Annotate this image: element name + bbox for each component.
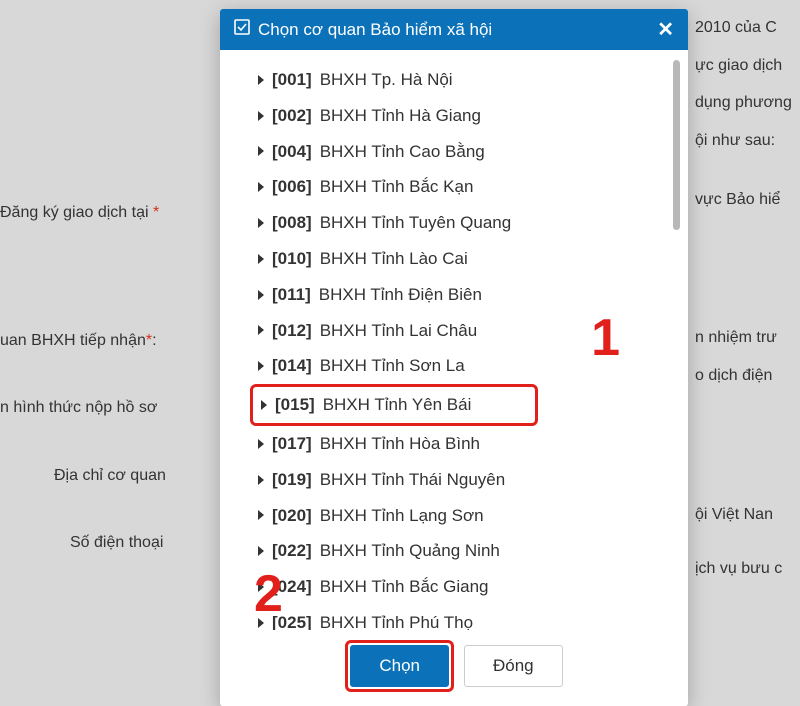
- agency-code: [001]: [272, 68, 312, 92]
- agency-item[interactable]: [020] BHXH Tỉnh Lạng Sơn: [230, 498, 678, 534]
- form-labels-left: Đăng ký giao dịch tại * uan BHXH tiếp nh…: [0, 200, 166, 598]
- agency-item[interactable]: [002] BHXH Tỉnh Hà Giang: [230, 98, 678, 134]
- agency-code: [010]: [272, 247, 312, 271]
- agency-name: BHXH Tỉnh Lai Châu: [320, 319, 478, 343]
- agency-name: BHXH Tỉnh Điện Biên: [319, 283, 482, 307]
- bg-text: ịch vụ bưu c: [695, 556, 800, 582]
- modal-title-text: Chọn cơ quan Bảo hiểm xã hội: [258, 20, 492, 40]
- caret-right-icon: [258, 254, 264, 264]
- agency-code: [006]: [272, 175, 312, 199]
- caret-right-icon: [258, 290, 264, 300]
- agency-item[interactable]: [019] BHXH Tỉnh Thái Nguyên: [230, 462, 678, 498]
- agency-code: [017]: [272, 432, 312, 456]
- caret-right-icon: [258, 146, 264, 156]
- agency-code: [004]: [272, 140, 312, 164]
- agency-name: BHXH Tỉnh Thái Nguyên: [320, 468, 506, 492]
- background-text-right: 2010 của C ực giao dịch dụng phương ội n…: [695, 15, 800, 593]
- agency-name: BHXH Tỉnh Phú Thọ: [320, 611, 473, 630]
- caret-right-icon: [258, 325, 264, 335]
- agency-name: BHXH Tỉnh Hà Giang: [320, 104, 481, 128]
- bg-text: ội Việt Nan: [695, 502, 800, 528]
- bg-text: n nhiệm trư: [695, 325, 800, 351]
- agency-code: [015]: [275, 393, 315, 417]
- agency-name: BHXH Tỉnh Hòa Bình: [320, 432, 480, 456]
- agency-item[interactable]: [022] BHXH Tỉnh Quảng Ninh: [230, 533, 678, 569]
- caret-right-icon: [258, 111, 264, 121]
- caret-right-icon: [261, 400, 267, 410]
- label-submit-method: n hình thức nộp hồ sơ: [0, 395, 166, 421]
- modal-select-agency: Chọn cơ quan Bảo hiểm xã hội ✕ [001] BHXH…: [220, 9, 688, 706]
- agency-name: BHXH Tỉnh Cao Bằng: [320, 140, 485, 164]
- agency-item[interactable]: [001] BHXH Tp. Hà Nội: [230, 62, 678, 98]
- agency-item[interactable]: [017] BHXH Tỉnh Hòa Bình: [230, 426, 678, 462]
- label-phone: Số điện thoại: [0, 530, 166, 556]
- caret-right-icon: [258, 75, 264, 85]
- agency-code: [022]: [272, 539, 312, 563]
- agency-code: [011]: [272, 283, 311, 307]
- caret-right-icon: [258, 510, 264, 520]
- agency-item[interactable]: [025]BHXH Tỉnh Phú Thọ: [230, 605, 678, 630]
- agency-code: [002]: [272, 104, 312, 128]
- modal-footer: Chọn Đóng: [220, 630, 688, 706]
- caret-right-icon: [258, 439, 264, 449]
- bg-text: 2010 của C: [695, 15, 800, 41]
- caret-right-icon: [258, 546, 264, 556]
- agency-name: BHXH Tỉnh Lào Cai: [320, 247, 468, 271]
- agency-code: [012]: [272, 319, 312, 343]
- agency-name: BHXH Tỉnh Lạng Sơn: [320, 504, 484, 528]
- agency-code: [008]: [272, 211, 312, 235]
- caret-right-icon: [258, 182, 264, 192]
- agency-code: [019]: [272, 468, 312, 492]
- agency-code: [014]: [272, 354, 312, 378]
- annotation-1: 1: [591, 308, 620, 368]
- scrollbar-thumb[interactable]: [673, 60, 680, 230]
- bg-text: ội như sau:: [695, 128, 800, 154]
- agency-name: BHXH Tỉnh Bắc Giang: [320, 575, 489, 599]
- agency-item[interactable]: [004] BHXH Tỉnh Cao Bằng: [230, 134, 678, 170]
- caret-right-icon: [258, 218, 264, 228]
- agency-name: BHXH Tỉnh Yên Bái: [323, 393, 472, 417]
- agency-item[interactable]: [024]BHXH Tỉnh Bắc Giang: [230, 569, 678, 605]
- agency-name: BHXH Tỉnh Bắc Kạn: [320, 175, 474, 199]
- label-receive-agency: uan BHXH tiếp nhận*:: [0, 328, 166, 354]
- modal-header: Chọn cơ quan Bảo hiểm xã hội ✕: [220, 9, 688, 50]
- agency-name: BHXH Tỉnh Quảng Ninh: [320, 539, 500, 563]
- required-mark: *: [146, 332, 152, 349]
- close-button[interactable]: Đóng: [464, 645, 563, 687]
- bg-text: ực giao dịch: [695, 53, 800, 79]
- agency-item[interactable]: [008] BHXH Tỉnh Tuyên Quang: [230, 205, 678, 241]
- check-square-icon: [234, 19, 250, 40]
- agency-code: [020]: [272, 504, 312, 528]
- caret-right-icon: [258, 361, 264, 371]
- agency-name: BHXH Tp. Hà Nội: [320, 68, 453, 92]
- bg-text: vực Bảo hiể: [695, 187, 800, 213]
- label-agency-address: Địa chỉ cơ quan: [0, 463, 166, 489]
- bg-text: dụng phương: [695, 90, 800, 116]
- modal-body: [001] BHXH Tp. Hà Nội [002] BHXH Tỉnh Hà Gi…: [220, 50, 688, 630]
- caret-right-icon: [258, 475, 264, 485]
- select-button[interactable]: Chọn: [350, 645, 449, 687]
- close-icon[interactable]: ✕: [657, 20, 674, 40]
- agency-name: BHXH Tỉnh Tuyên Quang: [320, 211, 512, 235]
- agency-item[interactable]: [006] BHXH Tỉnh Bắc Kạn: [230, 169, 678, 205]
- label-register-at: Đăng ký giao dịch tại *: [0, 200, 166, 226]
- agency-item[interactable]: [010] BHXH Tỉnh Lào Cai: [230, 241, 678, 277]
- agency-name: BHXH Tỉnh Sơn La: [320, 354, 465, 378]
- annotation-2: 2: [254, 564, 283, 624]
- annotation-highlight-2: Chọn: [345, 640, 454, 692]
- agency-item[interactable]: [015] BHXH Tỉnh Yên Bái: [250, 384, 538, 426]
- bg-text: o dịch điện: [695, 363, 800, 389]
- required-mark: *: [153, 204, 159, 221]
